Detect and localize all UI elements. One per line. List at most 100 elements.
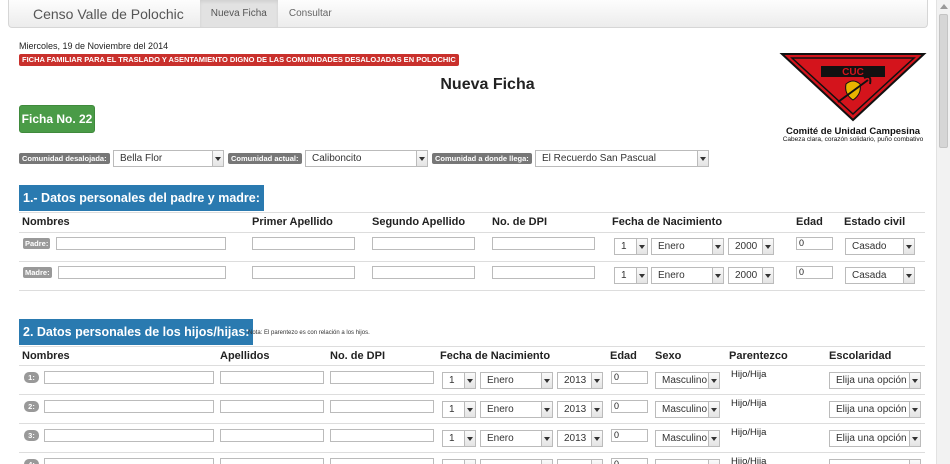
table-border <box>19 423 925 424</box>
madre-month-select[interactable]: Enero <box>651 267 724 284</box>
chevron-down-icon <box>712 239 723 254</box>
chevron-down-icon <box>416 151 427 166</box>
th-escolaridad: Escolaridad <box>829 350 892 362</box>
madre-segundo-apellido-input[interactable] <box>372 266 475 279</box>
community-destination-value: El Recuerdo San Pascual <box>542 153 656 164</box>
child-4-apellidos-input[interactable] <box>220 458 324 464</box>
chevron-down-icon <box>909 402 920 417</box>
th-dpi: No. de DPI <box>330 350 386 362</box>
logo-acronym: CUC <box>842 67 864 78</box>
community-evicted-value: Bella Flor <box>120 153 163 164</box>
padre-dpi-input[interactable] <box>492 237 595 250</box>
madre-estado-civil-select[interactable]: Casada <box>845 267 915 284</box>
child-4-sexo-select[interactable] <box>655 459 720 464</box>
child-3-year-value: 2013 <box>564 433 587 444</box>
padre-year-select[interactable]: 2000 <box>728 238 774 255</box>
child-1-nombres-input[interactable] <box>44 371 214 384</box>
padre-day-select[interactable]: 1 <box>614 238 648 255</box>
child-2-year-select[interactable]: 2013 <box>557 401 603 418</box>
child-3-escolaridad-value: Elija una opción <box>836 433 907 444</box>
madre-edad-value: 0 <box>799 267 805 277</box>
child-2-parentezco: Hijo/Hija <box>731 398 767 409</box>
nav-item-consultar[interactable]: Consultar <box>278 0 343 27</box>
child-4-month-select[interactable] <box>480 459 553 464</box>
community-current-value: Caliboncito <box>312 153 362 164</box>
child-3-day-value: 1 <box>449 433 455 444</box>
madre-edad-input[interactable]: 0 <box>796 266 833 279</box>
padre-primer-apellido-input[interactable] <box>252 237 355 250</box>
page-scrollbar[interactable] <box>936 0 950 464</box>
child-2-edad-input[interactable]: 0 <box>611 400 648 413</box>
padre-estado-civil-select[interactable]: Casado <box>845 238 915 255</box>
child-2-day-select[interactable]: 1 <box>442 401 476 418</box>
child-number-badge: 3: <box>24 430 39 441</box>
child-3-month-value: Enero <box>487 433 514 444</box>
padre-month-value: Enero <box>658 241 685 252</box>
child-1-month-select[interactable]: Enero <box>480 372 553 389</box>
child-3-edad-input[interactable]: 0 <box>611 429 648 442</box>
child-4-year-select[interactable] <box>557 459 603 464</box>
navbar: Censo Valle de Polochic Nueva Ficha Cons… <box>8 0 928 28</box>
madre-dpi-input[interactable] <box>492 266 595 279</box>
child-2-escolaridad-value: Elija una opción <box>836 404 907 415</box>
chevron-down-icon <box>636 239 647 254</box>
child-1-escolaridad-select[interactable]: Elija una opción <box>829 372 921 389</box>
child-1-year-select[interactable]: 2013 <box>557 372 603 389</box>
chevron-down-icon <box>541 402 552 417</box>
child-3-dpi-input[interactable] <box>330 429 434 442</box>
madre-nombres-input[interactable] <box>58 266 226 279</box>
chevron-down-icon <box>464 402 475 417</box>
child-4-escolaridad-select[interactable] <box>829 459 921 464</box>
child-4-nombres-input[interactable] <box>44 458 214 464</box>
child-4-edad-input[interactable]: 0 <box>611 458 648 464</box>
child-number-badge: 4: <box>24 459 39 464</box>
section-children-note: Nota: El parentezo es con relación a los… <box>248 330 370 336</box>
padre-nombres-input[interactable] <box>56 237 226 250</box>
padre-month-select[interactable]: Enero <box>651 238 724 255</box>
chevron-down-icon <box>708 373 719 388</box>
th-dpi: No. de DPI <box>492 216 548 228</box>
child-2-sexo-select[interactable]: Masculino <box>655 401 720 418</box>
child-3-escolaridad-select[interactable]: Elija una opción <box>829 430 921 447</box>
community-evicted-label: Comunidad desalojada: <box>19 153 110 164</box>
scroll-up-icon[interactable] <box>940 4 948 9</box>
th-edad: Edad <box>796 216 823 228</box>
child-3-day-select[interactable]: 1 <box>442 430 476 447</box>
madre-month-value: Enero <box>658 270 685 281</box>
child-4-day-select[interactable] <box>442 459 476 464</box>
child-3-month-select[interactable]: Enero <box>480 430 553 447</box>
child-3-apellidos-input[interactable] <box>220 429 324 442</box>
child-3-year-select[interactable]: 2013 <box>557 430 603 447</box>
th-edad: Edad <box>610 350 637 362</box>
child-1-sexo-select[interactable]: Masculino <box>655 372 720 389</box>
child-2-month-select[interactable]: Enero <box>480 401 553 418</box>
child-1-dpi-input[interactable] <box>330 371 434 384</box>
child-1-day-select[interactable]: 1 <box>442 372 476 389</box>
logo-motto: Cabeza clara, corazón solidario, puño co… <box>782 136 924 143</box>
padre-segundo-apellido-input[interactable] <box>372 237 475 250</box>
community-evicted-select[interactable]: Bella Flor <box>113 150 224 167</box>
child-3-sexo-select[interactable]: Masculino <box>655 430 720 447</box>
th-nombres: Nombres <box>22 350 70 362</box>
child-4-dpi-input[interactable] <box>330 458 434 464</box>
community-current-select[interactable]: Caliboncito <box>305 150 428 167</box>
child-2-apellidos-input[interactable] <box>220 400 324 413</box>
child-2-escolaridad-select[interactable]: Elija una opción <box>829 401 921 418</box>
madre-primer-apellido-input[interactable] <box>252 266 355 279</box>
madre-day-select[interactable]: 1 <box>614 267 648 284</box>
child-1-sexo-value: Masculino <box>662 375 708 386</box>
padre-edad-input[interactable]: 0 <box>796 237 833 250</box>
chevron-down-icon <box>909 460 920 464</box>
madre-year-select[interactable]: 2000 <box>728 267 774 284</box>
nav-item-nueva-ficha[interactable]: Nueva Ficha <box>199 0 278 27</box>
child-1-apellidos-input[interactable] <box>220 371 324 384</box>
child-2-dpi-input[interactable] <box>330 400 434 413</box>
community-destination-select[interactable]: El Recuerdo San Pascual <box>535 150 709 167</box>
ficha-number-button[interactable]: Ficha No. 22 <box>19 105 95 133</box>
chevron-down-icon <box>903 268 914 283</box>
child-1-edad-input[interactable]: 0 <box>611 371 648 384</box>
madre-estado-civil-value: Casada <box>852 270 887 281</box>
navbar-brand[interactable]: Censo Valle de Polochic <box>9 0 200 27</box>
child-2-nombres-input[interactable] <box>44 400 214 413</box>
child-3-nombres-input[interactable] <box>44 429 214 442</box>
